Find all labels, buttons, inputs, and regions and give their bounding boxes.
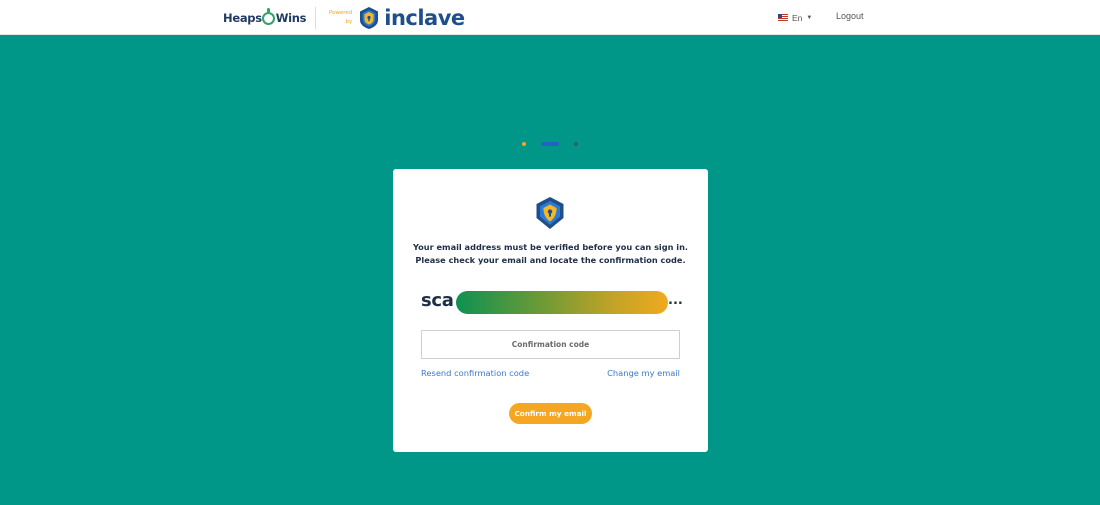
inclave-wordmark: inclave	[384, 6, 465, 30]
verification-message-line2: Please check your email and locate the c…	[415, 255, 686, 265]
email-display: sca ...	[421, 289, 683, 315]
language-selector[interactable]: En ▼	[778, 11, 812, 24]
step-dot-1	[522, 142, 526, 146]
inclave-wordmark-rest: nclave	[390, 6, 465, 30]
verification-card: Your email address must be verified befo…	[393, 169, 708, 452]
powered-by-line1: Powered	[328, 10, 353, 16]
heaps-o-wins-logo[interactable]: Heaps Wins	[223, 7, 307, 25]
email-redaction-bar	[456, 291, 668, 314]
logo-o-icon	[262, 7, 276, 25]
email-ellipsis: ...	[668, 293, 683, 308]
brand-area: Heaps Wins Powered by inclave	[223, 7, 465, 29]
logout-link[interactable]: Logout	[836, 11, 864, 21]
change-email-link[interactable]: Change my email	[607, 368, 680, 378]
confirmation-code-input[interactable]	[421, 330, 680, 359]
top-navbar: Heaps Wins Powered by inclave En ▼ Logou…	[0, 0, 1100, 35]
powered-by-label: Powered by	[324, 9, 352, 27]
step-dot-2-active	[541, 142, 559, 146]
resend-code-link[interactable]: Resend confirmation code	[421, 368, 529, 378]
inclave-shield-icon	[536, 197, 564, 229]
inclave-shield-icon	[360, 7, 379, 29]
step-dot-3	[574, 142, 578, 146]
email-prefix: sca	[421, 290, 454, 311]
verification-message: Your email address must be verified befo…	[393, 241, 708, 267]
verification-message-line1: Your email address must be verified befo…	[412, 242, 689, 252]
us-flag-icon	[778, 14, 788, 21]
language-label: En	[792, 12, 803, 23]
logo-text-heaps: Heaps	[223, 11, 262, 25]
powered-by-line2: by	[345, 19, 353, 25]
brand-divider	[315, 7, 317, 29]
confirm-email-button[interactable]: Confirm my email	[509, 403, 592, 424]
caret-down-icon: ▼	[806, 14, 813, 21]
inclave-wordmark-i: i	[384, 6, 391, 30]
logo-text-wins: Wins	[275, 11, 307, 25]
step-indicator	[518, 140, 582, 148]
